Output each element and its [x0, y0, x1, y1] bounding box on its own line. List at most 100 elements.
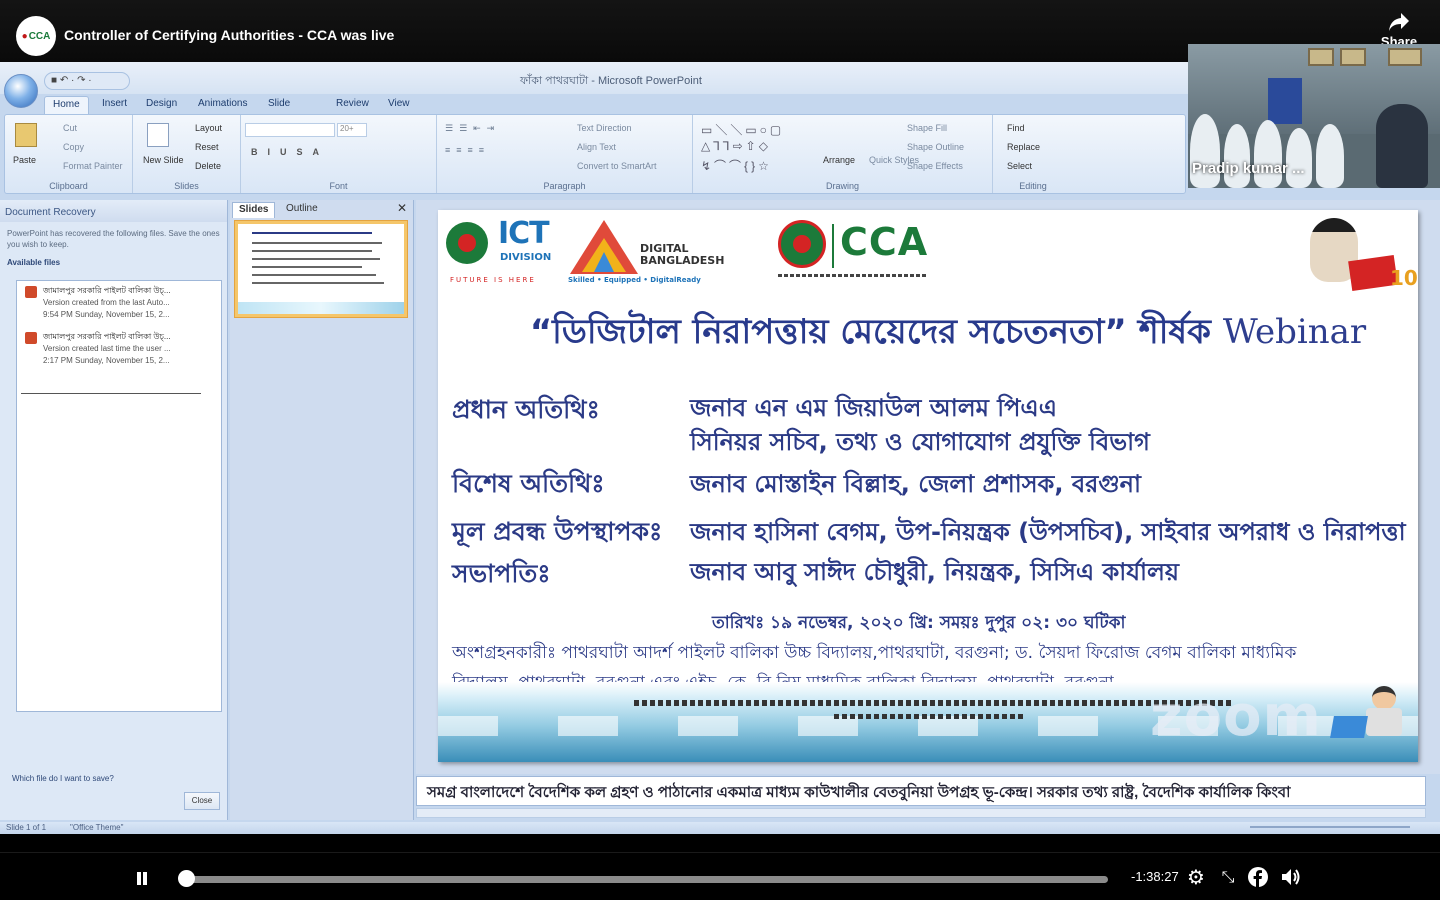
tab-insert[interactable]: Insert	[94, 96, 135, 114]
list-buttons[interactable]: ☰☰⇤⇥	[445, 123, 500, 134]
recovered-files-list: জামালপুর সরকারি পাইলট বালিকা উচ্... Vers…	[16, 280, 222, 712]
cut-button[interactable]: Cut	[63, 123, 77, 133]
tab-slide-show[interactable]: Slide Show	[260, 96, 301, 125]
chief-guest-designation: সিনিয়র সচিব, তথ্য ও যোগাযোগ প্রযুক্তি ব…	[690, 428, 1150, 456]
available-files-label: Available files	[7, 258, 61, 267]
cca-seal-icon	[778, 220, 826, 268]
speaker-notes[interactable]: সমগ্র বাংলাদেশে বৈদেশিক কল গ্রহণ ও পাঠান…	[416, 776, 1426, 806]
reset-button[interactable]: Reset	[195, 142, 219, 152]
new-slide-icon[interactable]	[147, 123, 169, 147]
layout-button[interactable]: Layout	[195, 123, 222, 133]
group-drawing: ▭＼＼▭○▢ △⅂⅂⇨⇧◇ ↯⌒⌒{}☆ Arrange Quick Style…	[693, 115, 993, 193]
tab-slides[interactable]: Slides	[232, 202, 276, 218]
font-format-buttons[interactable]: BIUSA	[251, 147, 329, 157]
quick-access-toolbar[interactable]: ■ ↶ · ↷ ·	[44, 72, 130, 90]
cca-logo: CCA	[776, 218, 936, 288]
delete-button[interactable]: Delete	[195, 161, 221, 171]
recovery-close-button[interactable]: Close	[184, 792, 220, 810]
group-slides: New Slide Layout Reset Delete Slides	[133, 115, 241, 193]
align-text-button[interactable]: Align Text	[577, 142, 616, 152]
slide-counter: Slide 1 of 1	[6, 823, 47, 832]
shape-outline-button[interactable]: Shape Outline	[907, 142, 964, 152]
group-label: Font	[329, 181, 348, 191]
slides-pane-tabs: Slides Outline ✕	[230, 200, 413, 218]
shape-fill-button[interactable]: Shape Fill	[907, 123, 947, 133]
horizontal-scrollbar[interactable]	[416, 808, 1426, 818]
video-title[interactable]: Controller of Certifying Authorities - C…	[64, 27, 394, 43]
chief-guest-label: প্রধান অতিথিঃ	[452, 395, 600, 424]
recovered-file[interactable]: জামালপুর সরকারি পাইলট বালিকা উচ্... Vers…	[17, 327, 221, 373]
select-button[interactable]: Select	[1007, 161, 1032, 171]
group-label: Editing	[1019, 181, 1047, 191]
slide-thumbnail-image	[238, 224, 404, 314]
recovery-intro: PowerPoint has recovered the following f…	[7, 229, 220, 249]
font-size-box[interactable]: 20+	[337, 123, 367, 137]
tab-animations[interactable]: Animations	[190, 96, 255, 114]
zoom-slider[interactable]	[1250, 826, 1410, 828]
new-slide-button[interactable]: New Slide	[143, 155, 184, 165]
theme-name: "Office Theme"	[70, 823, 124, 832]
arrange-button[interactable]: Arrange	[823, 155, 855, 165]
progress-bar[interactable]	[186, 876, 1108, 883]
date-time-line: তারিখঃ ১৯ নভেম্বর, ২০২০ খ্রি: সময়ঃ দুপু…	[712, 613, 1126, 633]
shape-effects-button[interactable]: Shape Effects	[907, 161, 963, 171]
align-buttons[interactable]: ≡≡≡≡	[445, 145, 490, 155]
format-painter-button[interactable]: Format Painter	[63, 161, 123, 171]
ppt-file-icon	[25, 286, 37, 298]
close-icon[interactable]: ✕	[397, 201, 407, 215]
facebook-icon[interactable]	[1247, 867, 1269, 889]
volume-icon[interactable]	[1280, 867, 1302, 889]
group-label: Slides	[174, 181, 199, 191]
headline-webinar: Webinar	[1222, 312, 1367, 352]
group-editing: Find Replace Select Editing	[993, 115, 1073, 193]
tab-outline[interactable]: Outline	[280, 202, 324, 218]
ppt-app-title: ফাঁকা পাথরঘাটা - Microsoft PowerPoint	[520, 75, 702, 87]
paste-icon[interactable]	[15, 123, 37, 147]
group-paragraph: ☰☰⇤⇥ ≡≡≡≡ Text Direction Align Text Conv…	[437, 115, 693, 193]
font-name-box[interactable]	[245, 123, 335, 137]
tab-home[interactable]: Home	[44, 96, 89, 114]
channel-logo[interactable]: ● CCA	[16, 16, 56, 56]
paste-button[interactable]: Paste	[13, 155, 36, 165]
keynote-label: মূল প্রবন্ধ উপস্থাপকঃ	[452, 517, 663, 546]
office-button[interactable]	[4, 74, 38, 108]
keynote-name: জনাব হাসিনা বেগম, উপ-নিয়ন্ত্রক (উপসচিব)…	[690, 518, 1406, 546]
exit-fullscreen-icon[interactable]: ⤡	[1217, 867, 1239, 889]
slide-canvas[interactable]: ICT DIVISION FUTURE IS HERE DIGITAL BANG…	[438, 210, 1418, 762]
find-button[interactable]: Find	[1007, 123, 1025, 133]
tab-review[interactable]: Review	[328, 96, 377, 114]
tab-design[interactable]: Design	[138, 96, 185, 114]
divider	[21, 393, 201, 394]
shapes-gallery-row3[interactable]: ↯⌒⌒{}☆	[701, 157, 772, 174]
recovered-file[interactable]: জামালপুর সরকারি পাইলট বালিকা উচ্... Vers…	[17, 281, 221, 327]
pause-button[interactable]	[132, 869, 152, 889]
digital-bangladesh-logo: DIGITAL BANGLADESH Skilled • Equipped • …	[564, 218, 754, 288]
headline-bangla: “ডিজিটাল নিরাপত্তায় মেয়েদের সচেতনতা” শ…	[529, 312, 1211, 352]
copy-button[interactable]: Copy	[63, 142, 84, 152]
tab-view[interactable]: View	[380, 96, 418, 114]
progress-knob[interactable]	[178, 870, 195, 887]
zoom-watermark: zoom	[1150, 684, 1322, 749]
slides-pane: Slides Outline ✕	[230, 200, 414, 820]
group-label: Clipboard	[49, 181, 88, 191]
text-direction-button[interactable]: Text Direction	[577, 123, 632, 133]
group-font: 20+ BIUSA Font	[241, 115, 437, 193]
video-player-controls: -1:38:27 ⚙ ⤡	[0, 834, 1440, 900]
shapes-gallery[interactable]: ▭＼＼▭○▢	[701, 121, 784, 138]
ppt-title-bar: ফাঁকা পাথরঘাটা - Microsoft PowerPoint	[0, 62, 1188, 94]
recovery-help-link[interactable]: Which file do I want to save?	[12, 774, 114, 783]
recovery-title: Document Recovery	[0, 200, 227, 222]
convert-smartart-button[interactable]: Convert to SmartArt	[577, 161, 657, 171]
slide-thumbnail[interactable]	[234, 220, 408, 318]
ppt-file-icon	[25, 332, 37, 344]
ribbon: Paste Cut Copy Format Painter Clipboard …	[4, 114, 1186, 194]
replace-button[interactable]: Replace	[1007, 142, 1040, 152]
settings-icon[interactable]: ⚙	[1185, 867, 1207, 889]
participant-webcam: Pradip kumar ...	[1188, 44, 1440, 188]
shapes-gallery-row2[interactable]: △⅂⅂⇨⇧◇	[701, 139, 771, 153]
slide-headline: “ডিজিটাল নিরাপত্তায় মেয়েদের সচেতনতা” শ…	[498, 306, 1398, 363]
notes-text: সমগ্র বাংলাদেশে বৈদেশিক কল গ্রহণ ও পাঠান…	[427, 784, 1291, 801]
status-bar: Slide 1 of 1 "Office Theme"	[0, 822, 1440, 834]
time-remaining: -1:38:27	[1131, 869, 1179, 884]
boy-with-laptop-illustration	[1328, 686, 1408, 748]
